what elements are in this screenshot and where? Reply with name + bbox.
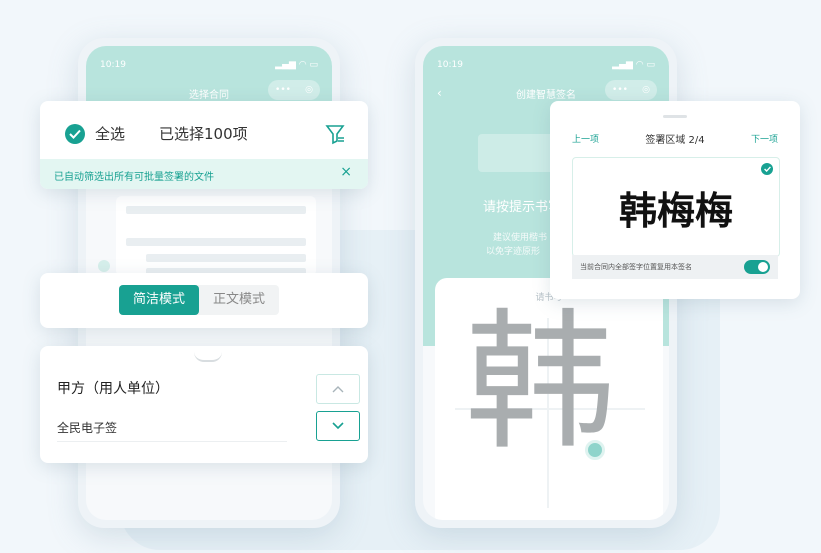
reuse-label: 当前合同内全部签字位置复用本签名 bbox=[580, 263, 692, 271]
tab-placeholder bbox=[478, 134, 558, 172]
signature-text: 韩梅梅 bbox=[618, 189, 733, 233]
selected-count: 已选择100项 bbox=[159, 125, 248, 143]
pen-cursor-icon bbox=[585, 440, 605, 460]
drag-handle[interactable] bbox=[663, 115, 687, 118]
select-all-label[interactable]: 全选 bbox=[95, 123, 125, 144]
drag-handle[interactable] bbox=[194, 352, 222, 362]
target-icon[interactable]: ◎ bbox=[305, 85, 313, 95]
hint-line2: 以免字迹原形 bbox=[486, 247, 541, 257]
reuse-toggle[interactable] bbox=[744, 260, 770, 274]
notice-bar: 已自动筛选出所有可批量签署的文件 × bbox=[40, 159, 368, 189]
mode-simple-button[interactable]: 简洁模式 bbox=[119, 285, 200, 315]
close-icon[interactable]: × bbox=[340, 164, 352, 180]
party-label: 甲方（用人单位） bbox=[57, 381, 169, 397]
notice-text: 已自动筛选出所有可批量签署的文件 bbox=[54, 172, 214, 183]
select-all-checkbox[interactable] bbox=[65, 123, 85, 144]
check-icon bbox=[98, 260, 110, 272]
next-button[interactable]: 下一项 bbox=[751, 132, 778, 145]
select-card: 全选 已选择100项 已自动筛选出所有可批量签署的文件 × bbox=[40, 101, 368, 189]
placeholder-bar bbox=[146, 254, 306, 262]
mini-program-capsule[interactable]: ••• ◎ bbox=[268, 80, 320, 100]
handwritten-char: 韩 bbox=[465, 296, 616, 470]
status-bar: 10:19 ▂▄▆ ◠ ▭ bbox=[437, 60, 655, 70]
hint-line1: 建议使用楷书 bbox=[493, 233, 548, 243]
status-time: 10:19 bbox=[100, 60, 126, 70]
move-down-button[interactable] bbox=[316, 411, 360, 441]
signal-icon: ▂▄▆ ◠ ▭ bbox=[275, 60, 318, 70]
reuse-bar: 当前合同内全部签字位置复用本签名 bbox=[572, 255, 778, 279]
placeholder-bar bbox=[126, 206, 306, 214]
chevron-down-icon bbox=[332, 422, 344, 430]
writing-pad[interactable]: 请书写 韩 bbox=[435, 278, 663, 520]
mode-switch-card: 简洁模式 正文模式 bbox=[40, 273, 368, 328]
more-icon[interactable]: ••• bbox=[275, 85, 291, 95]
check-icon bbox=[69, 129, 81, 139]
check-icon bbox=[761, 163, 773, 175]
party-card: 甲方（用人单位） 全民电子签 bbox=[40, 346, 368, 463]
sign-type: 全民电子签 bbox=[57, 421, 118, 435]
signature-preview[interactable]: 韩梅梅 bbox=[572, 157, 780, 257]
signal-icon: ▂▄▆ ◠ ▭ bbox=[612, 60, 655, 70]
more-icon[interactable]: ••• bbox=[612, 85, 628, 95]
signature-card: 上一项 签署区域 2/4 下一项 韩梅梅 当前合同内全部签字位置复用本签名 bbox=[550, 101, 800, 299]
move-up-button[interactable] bbox=[316, 374, 360, 404]
mode-text-button[interactable]: 正文模式 bbox=[199, 285, 279, 315]
target-icon[interactable]: ◎ bbox=[642, 85, 650, 95]
divider bbox=[57, 441, 287, 442]
status-time: 10:19 bbox=[437, 60, 463, 70]
chevron-up-icon bbox=[332, 386, 344, 393]
mini-program-capsule[interactable]: ••• ◎ bbox=[605, 80, 657, 100]
placeholder-bar bbox=[126, 238, 306, 246]
status-bar: 10:19 ▂▄▆ ◠ ▭ bbox=[100, 60, 318, 70]
filter-icon[interactable] bbox=[324, 123, 346, 145]
